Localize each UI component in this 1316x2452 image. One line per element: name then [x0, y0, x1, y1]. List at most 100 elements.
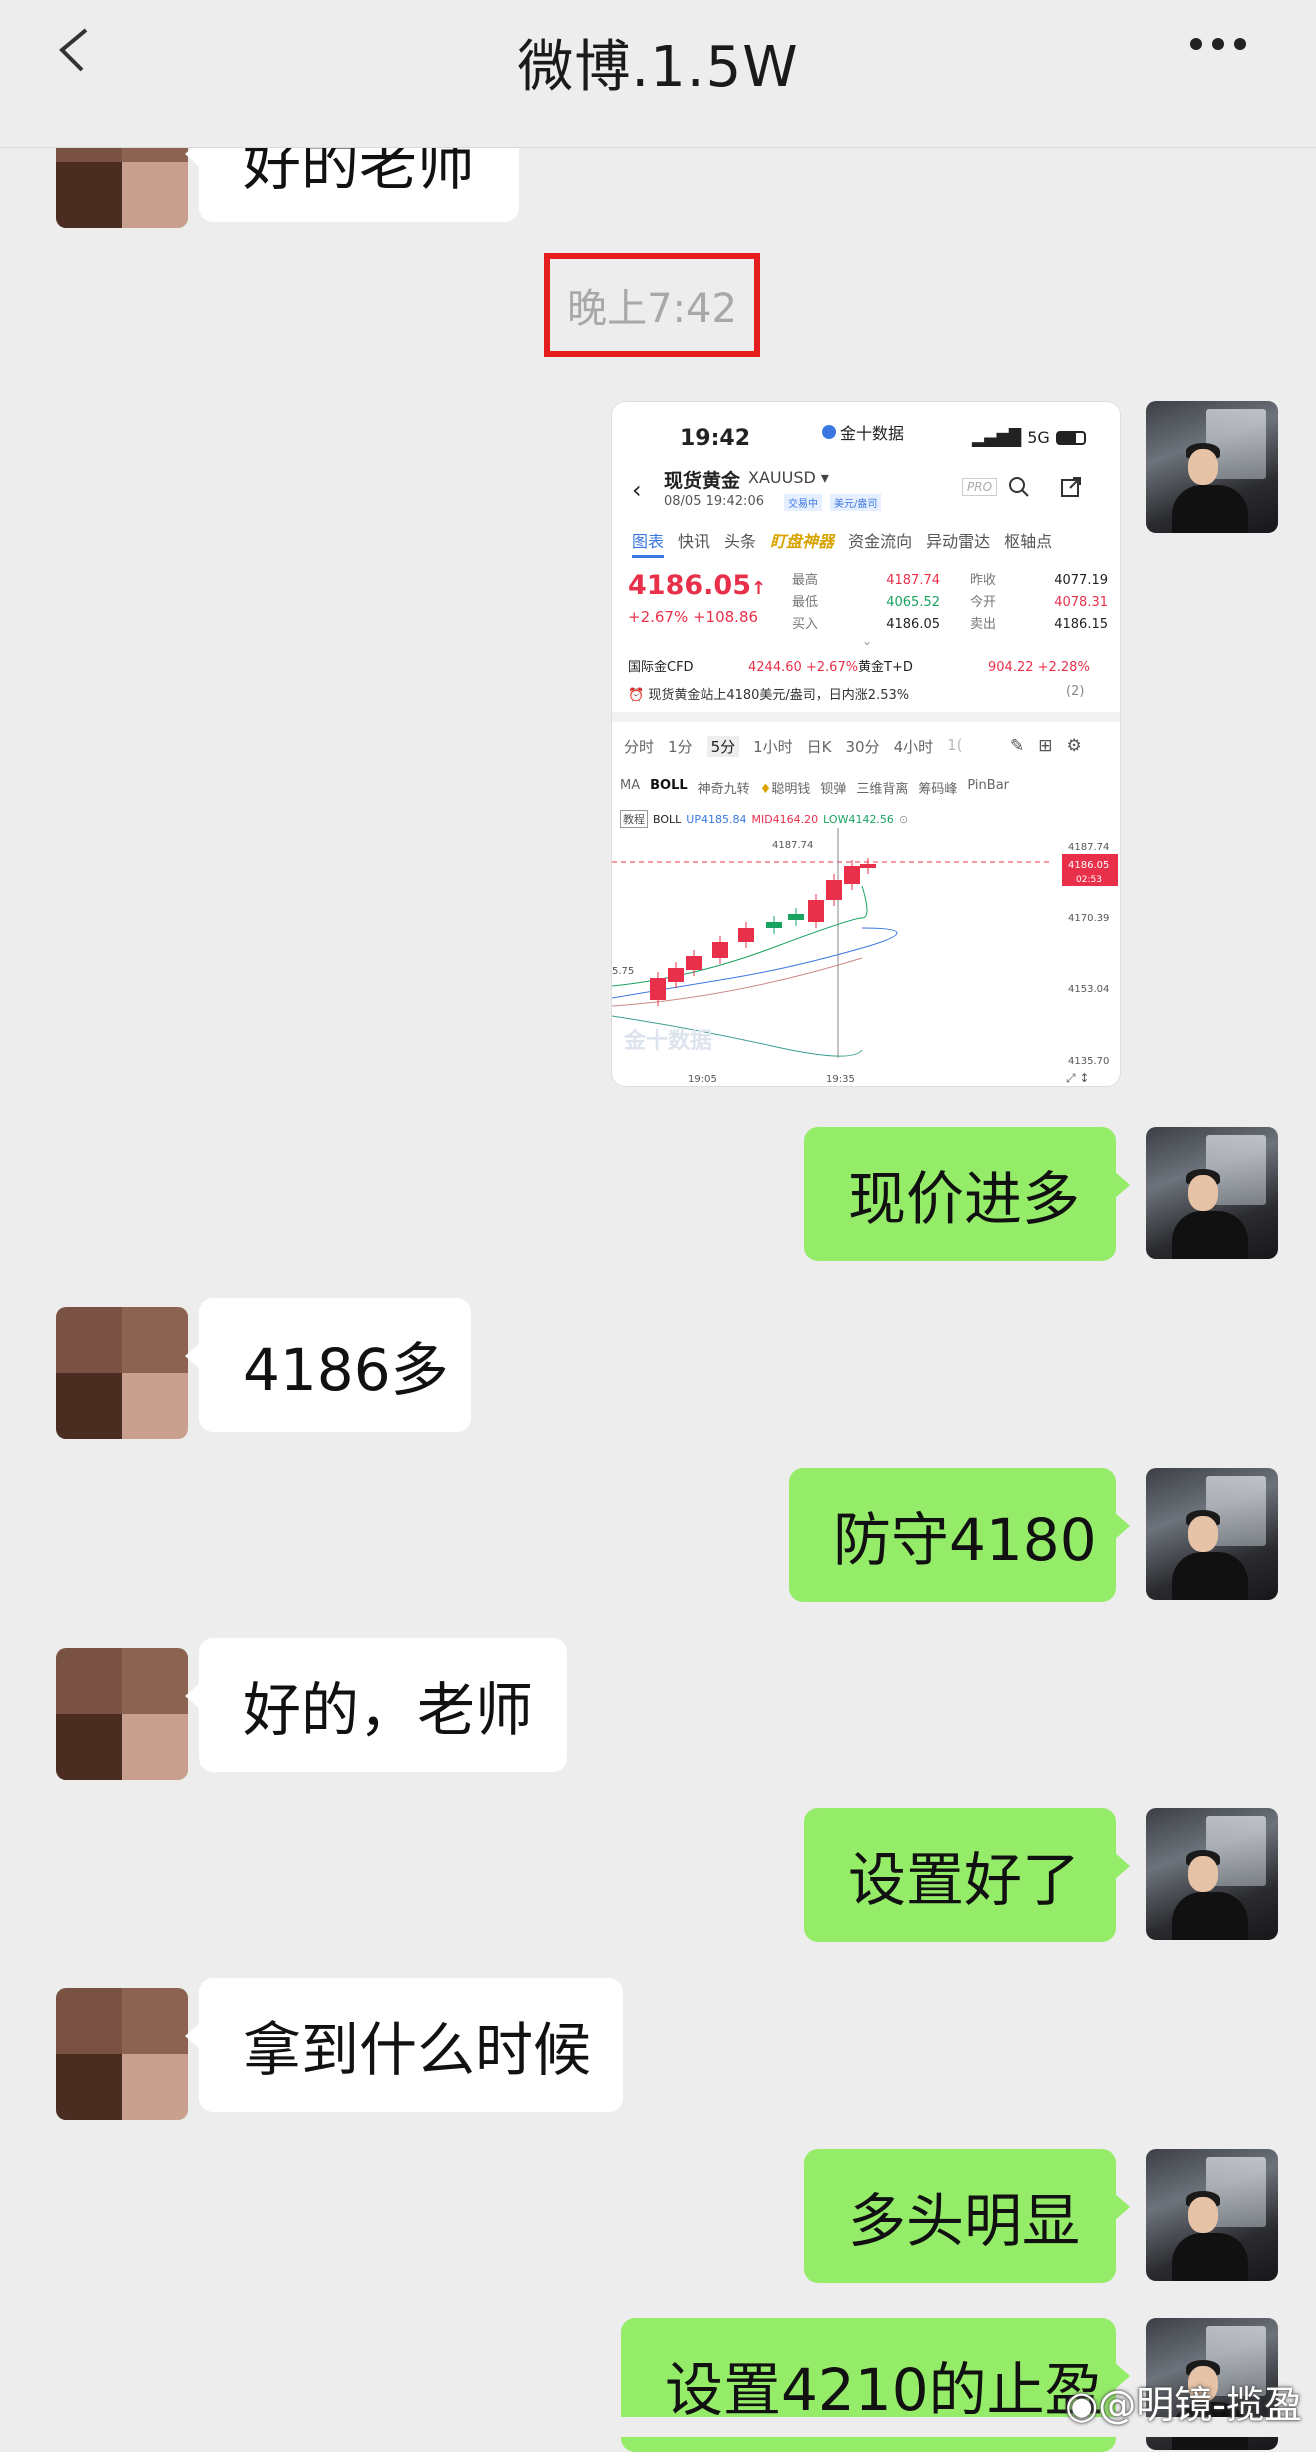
- grid-icon[interactable]: ⊞: [1038, 736, 1052, 756]
- chat-title: 微博.1.5W: [517, 35, 799, 100]
- boll-mid-line: [612, 957, 863, 1007]
- jin10-icon: [822, 425, 836, 439]
- trade-tag: 交易中: [784, 494, 822, 511]
- indicator-item[interactable]: 钡弹: [820, 778, 846, 797]
- period-item[interactable]: 4小时: [894, 736, 934, 757]
- tab-radar[interactable]: 异动雷达: [926, 528, 990, 558]
- resize-icon: ⤢ ↕: [1065, 1071, 1089, 1085]
- period-bar: 分时 1分 5分 1小时 日K 30分 4小时 1(: [624, 736, 963, 757]
- tab-flow[interactable]: 资金流向: [848, 528, 912, 558]
- settings-icon[interactable]: ⚙: [1067, 736, 1082, 756]
- indicator-item[interactable]: PinBar: [967, 778, 1009, 797]
- tab-chart[interactable]: 图表: [632, 528, 665, 558]
- tab-pivot[interactable]: 枢轴点: [1004, 528, 1052, 558]
- self-avatar[interactable]: [1146, 1808, 1278, 1940]
- signal-icon: ▂▄▆█: [972, 428, 1022, 447]
- news-count: (2): [1066, 684, 1085, 699]
- indicator-item[interactable]: ♦聪明钱: [760, 778, 811, 797]
- message-bubble: 4186多: [185, 1298, 471, 1432]
- period-item[interactable]: 30分: [846, 736, 880, 757]
- message-bubble: 设置好了: [804, 1808, 1130, 1942]
- indicator-item[interactable]: 神奇九转: [698, 778, 750, 797]
- chart-high-label: 4187.74: [772, 840, 813, 851]
- unit-tag: 美元/盎司: [830, 494, 882, 511]
- contact-avatar[interactable]: [56, 1307, 188, 1439]
- news-row[interactable]: ⏰ 现货黄金站上4180美元/盎司，日内涨2.53%: [628, 684, 909, 703]
- image-message[interactable]: 19:42 金十数据 ▂▄▆█ 5G ‹ 现货黄金 XAUUSD ▾ 08/05…: [611, 401, 1121, 1087]
- self-avatar[interactable]: [1146, 1468, 1278, 1600]
- period-item[interactable]: 分时: [624, 736, 654, 757]
- period-item[interactable]: 日K: [807, 736, 832, 757]
- boll-up: UP4185.84: [686, 812, 747, 826]
- chart-low-label: 5.75: [612, 966, 634, 977]
- network-label: 5G: [1027, 428, 1050, 447]
- weibo-icon: ◉: [1065, 2383, 1099, 2427]
- axis-label: 4187.74: [1068, 842, 1109, 853]
- asset-symbol[interactable]: XAUUSD ▾: [748, 468, 829, 487]
- boll-label: BOLL: [653, 812, 682, 826]
- timestamp: 晚上7:42: [544, 253, 760, 357]
- period-item[interactable]: 1小时: [753, 736, 793, 757]
- info-icon[interactable]: ⊙: [899, 813, 908, 826]
- x-tick: 19:35: [826, 1074, 855, 1085]
- boll-mid: MID4164.20: [751, 812, 819, 826]
- search-icon[interactable]: [1008, 476, 1030, 498]
- watermark-logo: 金十数据: [623, 1028, 712, 1054]
- tab-news[interactable]: 快讯: [678, 528, 710, 558]
- tab-watch[interactable]: 盯盘神器: [770, 528, 834, 558]
- contact-avatar[interactable]: [56, 1988, 188, 2120]
- message-bubble: 多头明显: [804, 2149, 1130, 2283]
- contact-avatar[interactable]: [56, 1648, 188, 1780]
- period-item-active[interactable]: 5分: [706, 736, 740, 757]
- more-icon[interactable]: [1190, 32, 1254, 56]
- stat-row: 买入 4186.05 卖出 4186.15: [792, 617, 1108, 632]
- axis-label: 4170.39: [1068, 913, 1109, 924]
- caret-down-icon: ▾: [820, 468, 829, 487]
- boll-low: LOW4142.56: [823, 812, 894, 826]
- top-bar: 微博.1.5W: [0, 0, 1316, 148]
- weibo-watermark: ◉@明镜-揽盈: [1065, 2383, 1302, 2427]
- indicator-item[interactable]: 三维背离: [856, 778, 908, 797]
- message-bubble: 防守4180: [789, 1468, 1130, 1602]
- share-icon[interactable]: [1060, 476, 1082, 498]
- draw-icon[interactable]: ✎: [1010, 736, 1024, 756]
- battery-icon: [1055, 430, 1086, 445]
- self-avatar[interactable]: [1146, 2149, 1278, 2281]
- x-tick: 19:05: [688, 1074, 717, 1085]
- pro-badge[interactable]: PRO: [962, 478, 998, 496]
- self-avatar[interactable]: [1146, 1127, 1278, 1259]
- stat-row: 最低 4065.52 今开 4078.31: [792, 595, 1108, 610]
- message-bubble: 拿到什么时候: [185, 1978, 623, 2112]
- self-avatar[interactable]: [1146, 401, 1278, 533]
- candle-chart[interactable]: 4187.74 5.75 4187.74 4170.39 4153.04 413…: [612, 828, 1121, 1087]
- diamond-icon: ♦: [759, 782, 772, 797]
- boll-legend: 教程 BOLL UP4185.84 MID4164.20 LOW4142.56 …: [620, 810, 908, 828]
- price-change: +2.67% +108.86: [628, 608, 759, 626]
- status-app-name: 金十数据: [840, 424, 905, 443]
- stats-table: 最高 4187.74 昨收 4077.19 最低 4065.52 今开 4078.31 买入…: [792, 570, 1108, 636]
- tutorial-tag[interactable]: 教程: [620, 810, 648, 828]
- stat-row: 最高 4187.74 昨收 4077.19: [792, 573, 1108, 588]
- back-icon[interactable]: ‹: [632, 476, 642, 504]
- alarm-icon: ⏰: [628, 688, 645, 703]
- tab-bar: 图表 快讯 头条 盯盘神器 资金流向 异动雷达 枢轴点: [632, 528, 1052, 558]
- arrow-up-icon: ↑: [750, 578, 767, 599]
- quote-date: 08/05 19:42:06: [664, 494, 764, 509]
- indicator-item-active[interactable]: BOLL: [650, 778, 688, 797]
- axis-label: 4153.04: [1068, 984, 1109, 995]
- indicator-item[interactable]: 筹码峰: [918, 778, 957, 797]
- divider: [612, 712, 1120, 722]
- cfd-row: 国际金CFD 4244.60 +2.67%黄金T+D 904.22 +2.28%: [628, 660, 1090, 675]
- message-bubble: 好的，老师: [185, 1638, 567, 1772]
- expand-icon[interactable]: ⌄: [862, 634, 872, 648]
- current-price: 4186.05↑: [628, 570, 767, 601]
- period-item[interactable]: 1分: [668, 736, 693, 757]
- price-tag-time: 02:53: [1076, 875, 1102, 885]
- status-time: 19:42: [680, 426, 751, 451]
- tab-headlines[interactable]: 头条: [724, 528, 756, 558]
- period-item[interactable]: 1(: [947, 736, 962, 757]
- message-bubble: 现价进多: [804, 1127, 1130, 1261]
- status-app: 金十数据: [822, 420, 904, 444]
- indicator-item[interactable]: MA: [620, 778, 640, 797]
- indicator-bar: MA BOLL 神奇九转 ♦聪明钱 钡弹 三维背离 筹码峰 PinBar: [620, 778, 1009, 797]
